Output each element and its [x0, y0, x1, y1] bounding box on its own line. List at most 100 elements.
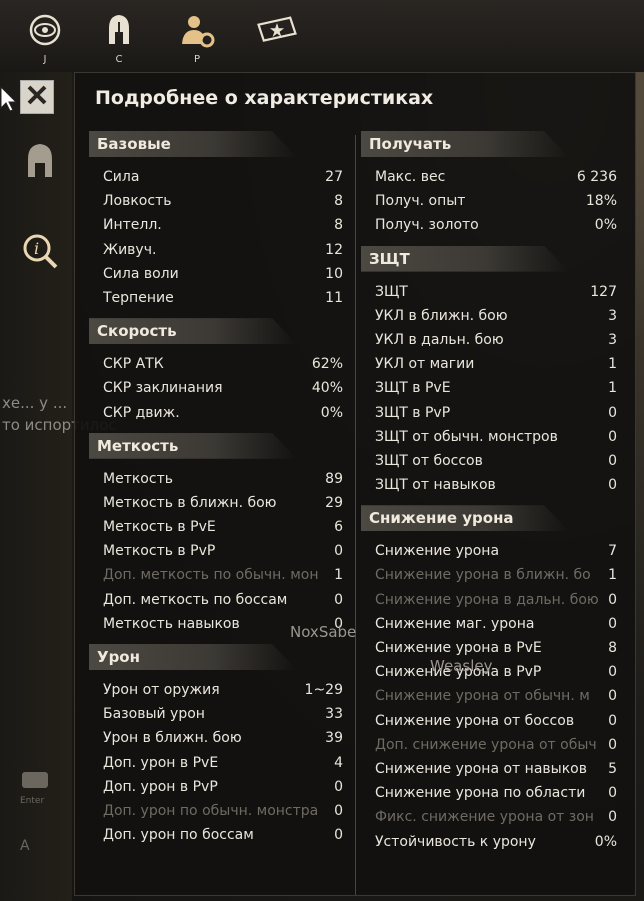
- section-header: Базовые характеристики: [89, 131, 297, 157]
- stat-label: Фикс. снижение урона от зон: [375, 809, 594, 826]
- stat-value: 0: [608, 688, 617, 705]
- user-gear-icon: [175, 8, 219, 52]
- stat-value: 127: [590, 283, 617, 300]
- stat-row: ЗЩТ от боссов 0: [361, 449, 621, 473]
- stat-value: 39: [325, 730, 343, 747]
- stat-value: 8: [334, 217, 343, 234]
- stat-label: Снижение маг. урона: [375, 615, 535, 632]
- stat-value: 1: [334, 567, 343, 584]
- stat-value: 0: [608, 809, 617, 826]
- stat-label: Снижение урона в дальн. бою: [375, 591, 599, 608]
- tab-journal[interactable]: J: [20, 8, 70, 68]
- stat-value: 0: [334, 802, 343, 819]
- stat-value: 3: [608, 331, 617, 348]
- stat-label: ЗЩТ от боссов: [375, 452, 483, 469]
- stat-value: 5: [608, 760, 617, 777]
- stat-row: Урон от оружия 1~29: [89, 678, 347, 702]
- stat-value: 6 236: [576, 169, 617, 185]
- stat-row: Интелл. 8: [89, 213, 347, 237]
- stat-row: Макс. вес 6 236: [361, 165, 621, 189]
- stat-value: 89: [325, 470, 343, 487]
- stat-value: 0%: [320, 404, 343, 421]
- stat-label: Интелл.: [103, 217, 162, 234]
- tab-achievements[interactable]: [252, 8, 302, 68]
- stat-value: 0: [608, 785, 617, 802]
- stat-row: Получ. золото 0%: [361, 213, 621, 237]
- stat-row: Устойчивость к урону 0%: [361, 830, 621, 854]
- close-icon: [25, 83, 49, 111]
- stat-value: 0: [608, 591, 617, 608]
- stat-row: ЗЩТ 127: [361, 280, 621, 304]
- tab-profile[interactable]: P: [172, 8, 222, 68]
- stat-label: Устойчивость к урону: [375, 833, 536, 850]
- stat-row: СКР движ. 0%: [89, 401, 347, 425]
- stat-value: 0%: [594, 833, 617, 850]
- stat-label: Снижение урона по области: [375, 785, 586, 802]
- tab-key-label: J: [43, 54, 47, 65]
- stat-label: ЗЩТ: [375, 283, 408, 300]
- stat-row: Доп. урон в PvE 4: [89, 751, 347, 775]
- tab-character[interactable]: C: [94, 8, 144, 68]
- stat-row: Меткость в PvP 0: [89, 539, 347, 563]
- stat-label: Доп. урон по боссам: [103, 827, 254, 844]
- stat-row: Доп. урон по обычн. монстра 0: [89, 799, 347, 823]
- stat-label: Доп. урон в PvE: [103, 754, 219, 771]
- stat-value: 62%: [311, 356, 343, 373]
- stat-row: Снижение урона по области 0: [361, 781, 621, 805]
- stat-label: СКР движ.: [103, 404, 180, 421]
- stat-value: 0: [608, 477, 617, 494]
- stat-label: УКЛ от магии: [375, 356, 475, 373]
- stat-row: СКР АТК 62%: [89, 352, 347, 376]
- player-name: Weasley: [430, 657, 493, 675]
- sidebar-item-stat-details[interactable]: i: [20, 233, 60, 273]
- stat-label: ЗЩТ от навыков: [375, 477, 496, 494]
- stat-value: 0: [334, 543, 343, 560]
- stat-label: Доп. урон по обычн. монстра: [103, 802, 319, 819]
- stat-row: Снижение урона от обычн. м 0: [361, 684, 621, 708]
- stat-label: Меткость в ближн. бою: [103, 494, 277, 511]
- stat-value: 1: [608, 356, 617, 373]
- stat-label: Урон от оружия: [103, 682, 220, 698]
- stat-label: Меткость: [103, 470, 173, 487]
- info-magnifier-icon: i: [20, 231, 60, 275]
- helmet-icon: [24, 141, 56, 185]
- player-name: NoxSabe: [290, 623, 357, 641]
- section-header: ЗЩТ: [361, 245, 569, 272]
- stat-row: ЗЩТ в PvP 0: [361, 401, 621, 425]
- stat-value: 0: [334, 827, 343, 844]
- stat-label: Терпение: [103, 289, 174, 306]
- stat-row: Сила воли 10: [89, 262, 347, 286]
- stat-row: Доп. снижение урона от обыч 0: [361, 733, 621, 757]
- stat-label: Доп. снижение урона от обыч: [375, 736, 597, 753]
- stat-value: 0: [334, 778, 343, 795]
- tab-key-label: P: [193, 54, 201, 65]
- close-button[interactable]: [20, 80, 54, 114]
- stat-value: 12: [325, 241, 343, 258]
- stat-label: Сила: [103, 169, 140, 185]
- helmet-icon: [97, 8, 141, 52]
- stat-value: 8: [608, 640, 617, 656]
- stat-label: Ловкость: [103, 193, 172, 210]
- stat-value: 0: [608, 452, 617, 469]
- stat-value: 7: [608, 543, 617, 560]
- right-column: Получать Макс. вес 6 236 Получ. опыт 18% Полу…: [361, 131, 621, 862]
- stat-row: СКР заклинания 40%: [89, 376, 347, 400]
- stat-row: Снижение маг. урона 0: [361, 612, 621, 636]
- stat-row: ЗЩТ от навыков 0: [361, 473, 621, 497]
- stat-label: Снижение урона: [375, 543, 500, 560]
- stat-label: Получ. опыт: [375, 193, 466, 210]
- stat-label: СКР заклинания: [103, 380, 223, 397]
- stat-row: Снижение урона от боссов 0: [361, 709, 621, 733]
- stat-value: 0: [334, 591, 343, 608]
- stat-label: Урон в ближн. бою: [103, 730, 242, 747]
- sidebar-item-equipment[interactable]: [20, 143, 60, 183]
- stat-value: 0: [608, 664, 617, 681]
- panel-title: Подробнее о характеристиках: [95, 87, 434, 109]
- stat-value: 0: [608, 615, 617, 632]
- stat-label: Доп. меткость по боссам: [103, 591, 288, 608]
- stat-label: ЗЩТ от обычн. монстров: [375, 428, 558, 445]
- stat-value: 1~29: [304, 682, 343, 698]
- chat-enter-button[interactable]: Enter: [20, 770, 50, 806]
- stat-row: УКЛ от магии 1: [361, 352, 621, 376]
- stat-label: Получ. золото: [375, 217, 479, 234]
